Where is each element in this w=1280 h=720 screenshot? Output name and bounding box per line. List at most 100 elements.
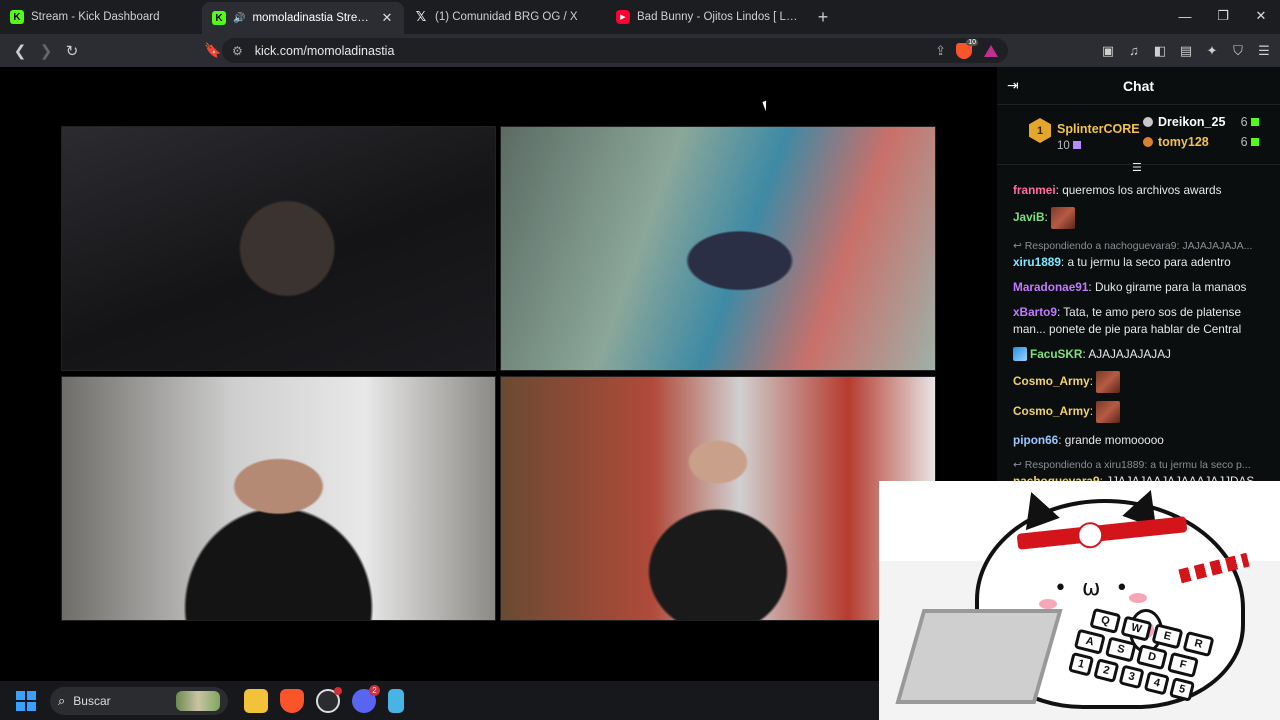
camera-feed-bottom-right — [500, 376, 936, 621]
chat-username[interactable]: JaviB — [1013, 210, 1044, 224]
restore-icon[interactable]: ❐ — [1204, 0, 1242, 32]
obs-icon[interactable] — [316, 686, 342, 713]
tab-bad-bunny[interactable]: ▶ Bad Bunny - Ojitos Lindos [ Letra/Lyr — [606, 2, 808, 32]
bookmark-icon[interactable]: 🔖 — [204, 42, 221, 59]
leo-icon[interactable]: ✦ — [1204, 43, 1220, 59]
second-place-icon — [1143, 117, 1153, 127]
close-tab-icon[interactable]: ✕ — [380, 10, 394, 26]
tab-title: momoladinastia Stream - Wat — [252, 12, 373, 24]
count-value: 10 — [1057, 140, 1070, 152]
search-highlight-image — [176, 690, 220, 711]
chat-header: ⇥ Chat — [997, 67, 1280, 105]
leaderboard-third-count: 6 — [1241, 135, 1259, 149]
site-settings-icon[interactable]: ⚙ — [232, 44, 243, 58]
chat-username[interactable]: xBarto9 — [1013, 305, 1057, 319]
chat-username[interactable]: Maradonae91 — [1013, 280, 1088, 294]
leaderboard-first-count: 10 — [1057, 140, 1081, 152]
brave-rewards-icon[interactable] — [984, 44, 998, 57]
brave-shield-icon[interactable] — [956, 38, 978, 59]
browser-tab-bar: K Stream - Kick Dashboard K 🔊 momoladina… — [0, 0, 1280, 34]
key-1: 1 — [1068, 651, 1095, 677]
youtube-icon: ▶ — [616, 10, 630, 24]
count-value: 6 — [1240, 135, 1248, 149]
url-input[interactable] — [254, 43, 936, 58]
vpn-icon[interactable]: ⛉ — [1230, 43, 1246, 59]
gift-icon — [1073, 141, 1081, 149]
key-3: 3 — [1118, 664, 1145, 690]
leaderboard-first-name[interactable]: SplinterCORE — [1057, 122, 1140, 136]
chat-message: pipon66: grande momooooo — [1013, 432, 1164, 447]
chat-title: Chat — [1122, 77, 1155, 94]
chat-text: grande momooooo — [1064, 432, 1164, 447]
windows-start-icon[interactable] — [16, 690, 36, 711]
toolbar-extensions: ▣ ♫ ◧ ▤ ✦ ⛉ ☰ — [1100, 34, 1272, 67]
chat-username[interactable]: Cosmo_Army — [1013, 404, 1090, 418]
tab-title: Bad Bunny - Ojitos Lindos [ Letra/Lyr — [637, 11, 798, 23]
chat-messages: franmei: queremos los archivos awards Ja… — [997, 165, 1280, 490]
count-value: 6 — [1240, 115, 1248, 129]
cat-blush-left — [1039, 599, 1057, 609]
chat-message: ↩ Respondiendo a nachoguevara9: JAJAJAJA… — [1013, 238, 1280, 271]
key-s: S — [1104, 636, 1137, 663]
tab-comunidad-x[interactable]: 𝕏 (1) Comunidad BRG OG / X — [404, 2, 606, 32]
back-icon[interactable]: ❮ — [8, 42, 32, 60]
tab-momoladinastia[interactable]: K 🔊 momoladinastia Stream - Wat ✕ — [202, 2, 404, 34]
tab-kick-dashboard[interactable]: K Stream - Kick Dashboard — [0, 2, 202, 32]
chat-text: queremos los archivos awards — [1062, 183, 1222, 197]
search-placeholder: Buscar — [73, 693, 111, 708]
chat-username[interactable]: FacuSKR — [1030, 347, 1082, 361]
forward-icon[interactable]: ❯ — [34, 42, 58, 60]
chat-username[interactable]: Cosmo_Army — [1013, 374, 1090, 388]
music-icon[interactable]: ♫ — [1126, 43, 1142, 58]
tab-title: Stream - Kick Dashboard — [31, 11, 160, 23]
leaderboard-second-count: 6 — [1241, 115, 1259, 129]
chat-message: FacuSKR: AJAJAJAJAJAJ — [1013, 346, 1280, 363]
share-icon[interactable]: ⇪ — [935, 43, 946, 59]
emote-icon — [1096, 370, 1121, 393]
leaderboard-third[interactable]: tomy128 6 — [1143, 135, 1273, 149]
close-window-icon[interactable]: ✕ — [1242, 0, 1280, 32]
cat-blush-right — [1129, 593, 1147, 603]
file-explorer-icon[interactable] — [244, 688, 268, 713]
chat-message: Cosmo_Army: — [1013, 401, 1280, 423]
gift-icon — [1251, 138, 1259, 146]
reader-icon[interactable]: ▣ — [1100, 43, 1116, 59]
speaker-icon[interactable]: 🔊 — [233, 13, 245, 24]
notepad-icon[interactable] — [388, 688, 404, 713]
tab-title: (1) Comunidad BRG OG / X — [435, 11, 578, 23]
new-tab-button[interactable]: + — [808, 7, 838, 28]
window-controls: — ❐ ✕ — [1166, 0, 1280, 32]
chat-text: Duko girame para la manaos — [1094, 280, 1247, 294]
taskbar-search[interactable]: ⌕ Buscar — [50, 686, 228, 715]
chat-username[interactable]: franmei — [1013, 183, 1056, 197]
camera-feed-top-left — [61, 126, 496, 371]
chat-message: Cosmo_Army: — [1013, 370, 1280, 393]
reload-icon[interactable]: ↻ — [60, 42, 84, 60]
stream-video[interactable] — [0, 67, 997, 687]
menu-icon[interactable]: ☰ — [1256, 43, 1272, 59]
windows-taskbar: ⌕ Buscar 2 — [0, 681, 879, 720]
discord-badge: 2 — [369, 684, 380, 696]
sidebar-icon[interactable]: ◧ — [1152, 43, 1168, 59]
reply-context[interactable]: ↩ Respondiendo a xiru1889: a tu jermu la… — [1013, 457, 1270, 474]
collapse-chat-icon[interactable]: ⇥ — [1007, 77, 1019, 94]
leaderboard-second[interactable]: Dreikon_25 6 — [1143, 115, 1273, 129]
key-5: 5 — [1168, 677, 1196, 702]
discord-icon[interactable]: 2 — [352, 684, 380, 713]
reply-text: Respondiendo a nachoguevara9: JAJAJAJAJA… — [1024, 239, 1253, 252]
minimize-icon[interactable]: — — [1166, 0, 1204, 32]
key-d: D — [1135, 644, 1168, 671]
first-place-medal-icon: 1 — [1029, 118, 1051, 143]
chat-username[interactable]: pipon66 — [1013, 433, 1058, 447]
wallet-icon[interactable]: ▤ — [1178, 43, 1194, 59]
chat-message: xBarto9: Tata, te amo pero sos de platen… — [1013, 305, 1242, 336]
expand-leaderboard-icon[interactable]: ☰ — [1132, 161, 1142, 174]
address-bar[interactable]: ⚙ ⇪ — [222, 38, 1008, 63]
chat-username[interactable]: xiru1889 — [1013, 255, 1061, 269]
camera-feed-top-right — [500, 126, 936, 371]
reply-context[interactable]: ↩ Respondiendo a nachoguevara9: JAJAJAJA… — [1013, 238, 1270, 255]
notification-dot — [334, 686, 342, 695]
chat-text: AJAJAJAJAJAJ — [1088, 346, 1171, 361]
third-place-icon — [1143, 137, 1153, 147]
brave-browser-icon[interactable] — [280, 688, 304, 713]
